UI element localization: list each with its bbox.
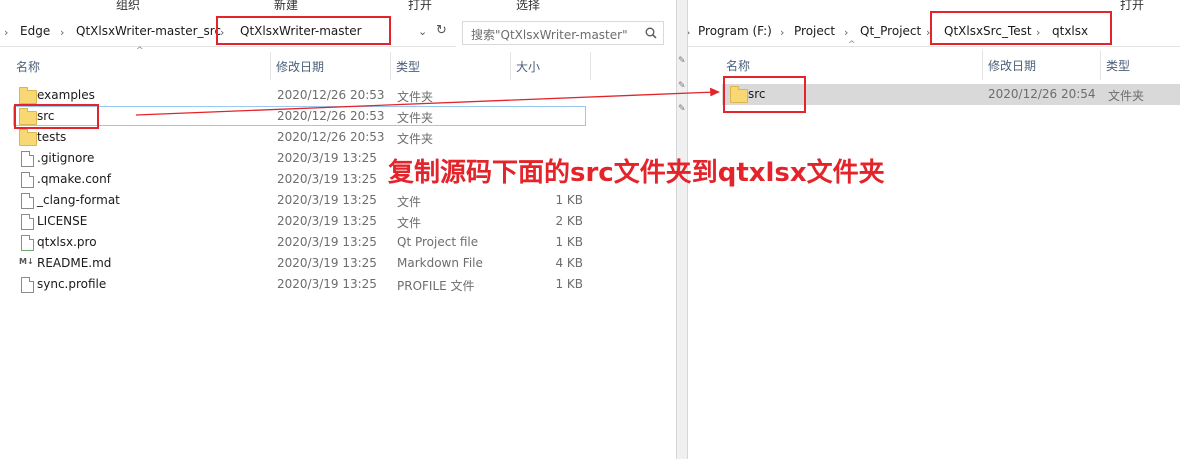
highlight-src-left — [14, 104, 99, 129]
file-name: sync.profile — [37, 277, 107, 291]
chevron-right-icon: › — [60, 26, 65, 39]
folder-icon — [19, 87, 37, 104]
highlight-breadcrumb-target — [930, 11, 1112, 45]
md-file-icon: M↓ — [19, 257, 34, 266]
table-row[interactable]: LICENSE 2020/3/19 13:25 文件 2 KB — [0, 211, 600, 232]
highlight-breadcrumb-master — [216, 16, 391, 45]
ribbon-select[interactable]: 选择 — [516, 0, 540, 13]
ribbon-open[interactable]: 打开 — [1120, 0, 1144, 13]
file-type: 文件夹 — [397, 132, 434, 146]
search-input[interactable]: 搜索"QtXlsxWriter-master" — [471, 26, 628, 43]
column-header-modified[interactable]: 修改日期 — [988, 57, 1036, 74]
search-box[interactable]: 搜索"QtXlsxWriter-master" — [462, 21, 664, 45]
file-modified: 2020/12/26 20:53 — [277, 88, 385, 102]
file-type: Qt Project file — [397, 235, 479, 249]
file-modified: 2020/3/19 13:25 — [277, 214, 377, 228]
table-row[interactable]: M↓ README.md 2020/3/19 13:25 Markdown Fi… — [0, 253, 600, 274]
ribbon-open[interactable]: 打开 — [408, 0, 432, 13]
file-modified: 2020/3/19 13:25 — [277, 256, 377, 270]
table-row[interactable]: _clang-format 2020/3/19 13:25 文件 1 KB — [0, 190, 600, 211]
file-name: _clang-format — [37, 193, 120, 207]
breadcrumb-edge[interactable]: Edge — [20, 24, 50, 38]
pro-file-icon — [21, 235, 34, 251]
file-type: PROFILE 文件 — [397, 279, 475, 293]
chevron-right-icon: › — [4, 26, 9, 39]
ribbon-new[interactable]: 新建 — [274, 0, 298, 13]
file-modified: 2020/3/19 13:25 — [277, 193, 377, 207]
history-dropdown-icon[interactable]: ⌄ — [418, 25, 427, 38]
file-modified: 2020/12/26 20:53 — [277, 130, 385, 144]
table-row[interactable]: examples 2020/12/26 20:53 文件夹 — [0, 85, 600, 106]
chevron-right-icon: › — [780, 26, 785, 39]
right-explorer-pane: 打开 › Program (F:) › Project › Qt_Project… — [688, 0, 1180, 459]
file-modified: 2020/3/19 13:25 — [277, 151, 377, 165]
file-type: Markdown File — [397, 256, 483, 270]
breadcrumb-drive[interactable]: Program (F:) — [698, 24, 772, 38]
annotation-text: 复制源码下面的src文件夹到qtxlsx文件夹 — [388, 158, 885, 188]
breadcrumb-project[interactable]: Project — [794, 24, 835, 38]
file-size: 1 KB — [555, 193, 583, 207]
ribbon-organize[interactable]: 组织 — [116, 0, 140, 13]
file-name: .gitignore — [37, 151, 95, 165]
file-type: 文件 — [397, 195, 422, 209]
file-name: qtxlsx.pro — [37, 235, 97, 249]
file-modified: 2020/3/19 13:25 — [277, 235, 377, 249]
breadcrumb-master-src[interactable]: QtXlsxWriter-master_src — [76, 24, 221, 38]
folder-icon — [19, 129, 37, 146]
file-type: 文件夹 — [397, 90, 434, 104]
file-modified: 2020/12/26 20:54 — [988, 87, 1096, 101]
file-modified: 2020/3/19 13:25 — [277, 277, 377, 291]
breadcrumb-qt-project[interactable]: Qt_Project — [860, 24, 921, 38]
file-type: 文件夹 — [1108, 89, 1145, 103]
table-row[interactable]: tests 2020/12/26 20:53 文件夹 — [0, 127, 600, 148]
pin-icon[interactable]: ✎ — [678, 81, 686, 91]
pin-icon[interactable]: ✎ — [678, 56, 686, 66]
left-explorer-pane: 组织 新建 打开 选择 › Edge › QtXlsxWriter-master… — [0, 0, 676, 459]
file-type: 文件夹 — [397, 111, 434, 125]
column-header-modified[interactable]: 修改日期 — [276, 58, 324, 75]
sort-ascending-icon: ^ — [136, 46, 144, 56]
highlight-src-right — [723, 76, 806, 113]
column-header-name[interactable]: 名称 — [726, 57, 750, 74]
file-modified: 2020/3/19 13:25 — [277, 172, 377, 186]
file-size: 2 KB — [555, 214, 583, 228]
pin-icon[interactable]: ✎ — [678, 104, 686, 114]
file-name: examples — [37, 88, 95, 102]
file-modified: 2020/12/26 20:53 — [277, 109, 385, 123]
table-row[interactable]: qtxlsx.pro 2020/3/19 13:25 Qt Project fi… — [0, 232, 600, 253]
file-name: tests — [37, 130, 67, 144]
file-type: 文件 — [397, 216, 422, 230]
file-name: LICENSE — [37, 214, 88, 228]
chevron-right-icon: › — [688, 26, 690, 39]
file-name: .qmake.conf — [37, 172, 111, 186]
column-header-type[interactable]: 类型 — [1106, 57, 1130, 74]
column-header-name[interactable]: 名称 — [16, 58, 40, 75]
table-row[interactable]: sync.profile 2020/3/19 13:25 PROFILE 文件 … — [0, 274, 600, 295]
file-size: 4 KB — [555, 256, 583, 270]
column-header-type[interactable]: 类型 — [396, 58, 420, 75]
file-icon — [21, 193, 34, 209]
file-icon — [21, 172, 34, 188]
file-icon — [21, 277, 34, 293]
file-size: 1 KB — [555, 235, 583, 249]
refresh-icon[interactable]: ↻ — [436, 23, 447, 38]
chevron-right-icon: › — [844, 26, 849, 39]
file-size: 1 KB — [555, 277, 583, 291]
sort-ascending-icon: ^ — [848, 40, 856, 50]
file-icon — [21, 214, 34, 230]
search-icon[interactable] — [645, 27, 657, 39]
column-header-size[interactable]: 大小 — [516, 58, 540, 75]
file-name: README.md — [37, 256, 112, 270]
window-divider: ✎ ✎ ✎ — [676, 0, 688, 459]
file-icon — [21, 151, 34, 167]
